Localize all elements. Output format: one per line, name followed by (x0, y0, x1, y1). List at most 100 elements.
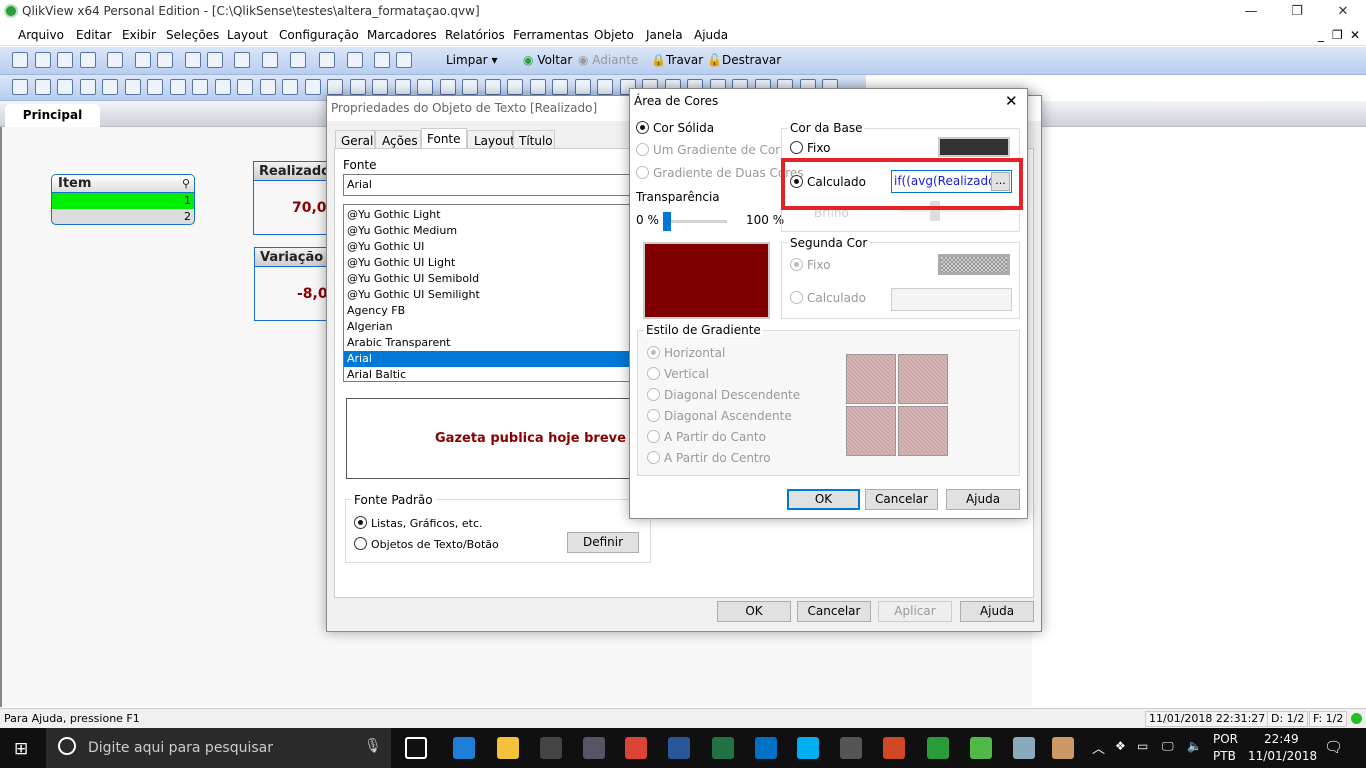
dropbox-icon[interactable]: ❖ (1115, 739, 1126, 753)
radio-button-checked[interactable] (647, 346, 660, 359)
show-hidden-icons[interactable]: ︿ (1092, 738, 1105, 757)
destravar-button[interactable]: 🔓Destravar (707, 53, 781, 67)
toolbar-icon[interactable] (396, 52, 412, 68)
cancel-button[interactable]: Cancelar (865, 489, 938, 510)
transparency-slider-thumb[interactable] (663, 212, 671, 231)
windows-start-icon[interactable]: ⊞ (14, 739, 28, 759)
font-list-item[interactable]: @Yu Gothic UI (344, 239, 632, 255)
keyboard-layout-indicator[interactable]: PTB (1213, 749, 1236, 763)
minimize-button[interactable]: — (1228, 0, 1274, 23)
menu-janela[interactable]: Janela (646, 28, 683, 42)
gradient-variant-2[interactable] (898, 354, 948, 404)
qlikview-icon[interactable] (927, 737, 949, 759)
toolbar-icon[interactable] (575, 79, 591, 95)
qliksense-icon[interactable] (970, 737, 992, 759)
restore-button[interactable]: ❐ (1274, 0, 1320, 23)
toolbar-icon[interactable] (234, 52, 250, 68)
font-list-item[interactable]: Algerian (344, 319, 632, 335)
menu-editar[interactable]: Editar (76, 28, 112, 42)
menu-exibir[interactable]: Exibir (122, 28, 156, 42)
skype-icon[interactable] (797, 737, 819, 759)
menu-arquivo[interactable]: Arquivo (18, 28, 64, 42)
toolbar-icon[interactable] (170, 79, 186, 95)
radio-button[interactable] (647, 430, 660, 443)
apply-button[interactable]: Aplicar (878, 601, 952, 622)
radio-button[interactable] (647, 367, 660, 380)
base-fixed-color-swatch[interactable] (938, 137, 1010, 157)
toolbar-icon[interactable] (262, 52, 278, 68)
file-explorer-icon[interactable] (497, 737, 519, 759)
radio-button[interactable] (636, 166, 649, 179)
radio-button[interactable] (790, 291, 803, 304)
excel-icon[interactable] (712, 737, 734, 759)
menu-selecoes[interactable]: Seleções (166, 28, 219, 42)
radio-listas-graficos[interactable]: Listas, Gráficos, etc. (354, 516, 483, 530)
toolbar-icon[interactable] (107, 52, 123, 68)
word-icon[interactable] (668, 737, 690, 759)
font-list-item[interactable]: @Yu Gothic Light (344, 207, 632, 223)
font-list-item[interactable]: @Yu Gothic UI Semibold (344, 271, 632, 287)
gradient-variant-3[interactable] (846, 406, 896, 456)
toolbar-icon[interactable] (462, 79, 478, 95)
toolbar-icon[interactable] (207, 52, 223, 68)
powerpoint-icon[interactable] (883, 737, 905, 759)
tab-acoes[interactable]: Ações (375, 130, 421, 149)
search-box[interactable]: Digite aqui para pesquisar 🎙 (46, 728, 391, 768)
toolbar-icon[interactable] (135, 52, 151, 68)
radio-button[interactable] (647, 388, 660, 401)
edge-icon[interactable] (453, 737, 475, 759)
menu-marcadores[interactable]: Marcadores (367, 28, 437, 42)
radio-gradient-vertical[interactable]: Vertical (647, 367, 709, 381)
radio-gradient-canto[interactable]: A Partir do Canto (647, 430, 766, 444)
radio-button[interactable] (354, 537, 367, 550)
adiante-button[interactable]: ◉ Adiante (578, 53, 638, 67)
radio-button-checked[interactable] (636, 121, 649, 134)
toolbar-icon[interactable] (417, 79, 433, 95)
listbox-value[interactable]: 2 (52, 209, 194, 224)
outlook-icon[interactable] (755, 737, 777, 759)
menu-layout[interactable]: Layout (227, 28, 268, 42)
microphone-icon[interactable]: 🎙 (364, 738, 382, 754)
toolbar-icon[interactable] (552, 79, 568, 95)
gradient-variant-1[interactable] (846, 354, 896, 404)
toolbar-icon[interactable] (35, 79, 51, 95)
radio-button[interactable] (647, 409, 660, 422)
help-button[interactable]: Ajuda (960, 601, 1034, 622)
radio-objetos-texto[interactable]: Objetos de Texto/Botão (354, 537, 499, 551)
radio-button[interactable] (790, 141, 803, 154)
menu-ajuda[interactable]: Ajuda (694, 28, 728, 42)
radio-button[interactable] (647, 451, 660, 464)
radio-gradient-diag-desc[interactable]: Diagonal Descendente (647, 388, 800, 402)
toolbar-icon[interactable] (530, 79, 546, 95)
tab-layout[interactable]: Layout (467, 130, 515, 149)
radio-gradient-horizontal[interactable]: Horizontal (647, 346, 725, 360)
radio-second-calculado[interactable]: Calculado (790, 291, 866, 305)
radio-button-checked[interactable] (790, 258, 803, 271)
toolbar-icon[interactable] (347, 52, 363, 68)
font-input[interactable]: Arial (343, 174, 633, 196)
toolbar-icon[interactable] (507, 79, 523, 95)
menu-objeto[interactable]: Objeto (594, 28, 634, 42)
toolbar-icon[interactable] (80, 79, 96, 95)
store-icon[interactable] (540, 737, 562, 759)
tab-fonte[interactable]: Fonte (421, 128, 467, 149)
tab-principal[interactable]: Principal (5, 104, 100, 127)
font-list-item[interactable]: @Yu Gothic UI Light (344, 255, 632, 271)
toolbar-icon[interactable] (282, 79, 298, 95)
font-list[interactable]: @Yu Gothic Light @Yu Gothic Medium @Yu G… (343, 204, 633, 382)
ok-button[interactable]: OK (717, 601, 791, 622)
limpar-button[interactable]: Limpar ▾ (446, 53, 497, 67)
toolbar-icon[interactable] (597, 79, 613, 95)
definir-button[interactable]: Definir (567, 532, 639, 553)
toolbar-icon[interactable] (147, 79, 163, 95)
toolbar-icon[interactable] (237, 79, 253, 95)
gradient-variant-4[interactable] (898, 406, 948, 456)
toolbar-icon[interactable] (319, 52, 335, 68)
font-list-item[interactable]: @Yu Gothic Medium (344, 223, 632, 239)
paint-icon[interactable] (1052, 737, 1074, 759)
radio-cor-solida[interactable]: Cor Sólida (636, 121, 714, 135)
radio-um-gradiente[interactable]: Um Gradiente de Cor (636, 143, 780, 157)
ok-button[interactable]: OK (787, 489, 860, 510)
font-list-item[interactable]: Agency FB (344, 303, 632, 319)
menu-configuracao[interactable]: Configuração (279, 28, 359, 42)
